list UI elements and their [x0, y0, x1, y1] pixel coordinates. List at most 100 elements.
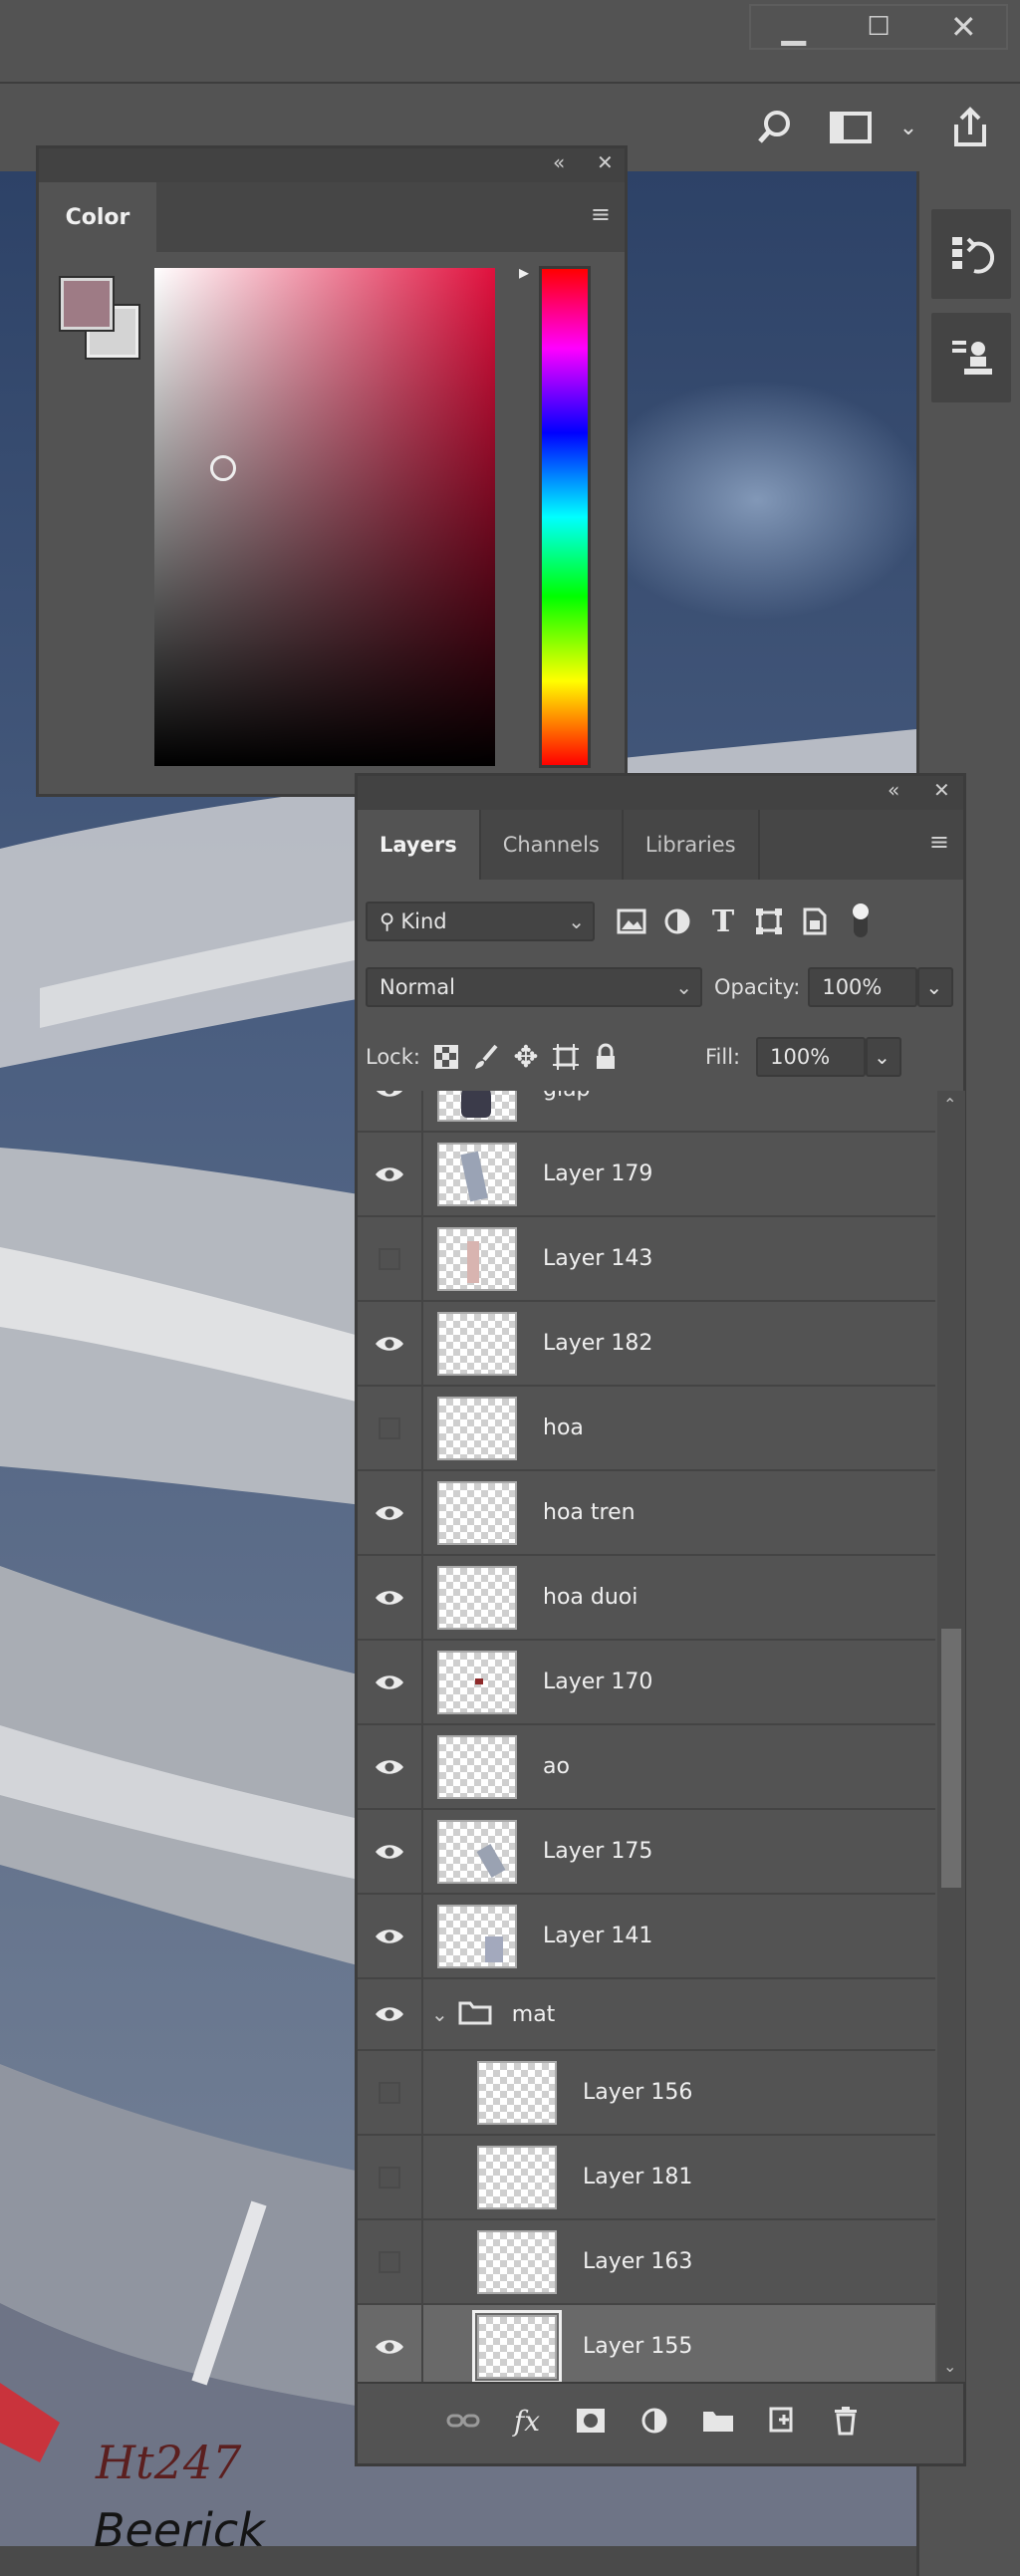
lock-position-icon[interactable]: ✥ — [506, 1035, 546, 1079]
filter-adjustment-icon[interactable] — [654, 900, 700, 943]
visibility-toggle[interactable] — [358, 2304, 423, 2382]
layer-thumbnail — [437, 1142, 517, 1206]
layer-row[interactable]: Layer 163 — [358, 2219, 935, 2305]
visibility-toggle[interactable] — [358, 1640, 423, 1724]
filter-kind-select[interactable]: ⚲ Kind ⌄ — [366, 902, 595, 941]
close-icon[interactable]: ✕ — [597, 150, 614, 174]
tab-layers[interactable]: Layers — [358, 810, 481, 880]
saturation-brightness-field[interactable] — [154, 268, 495, 766]
visibility-toggle[interactable] — [358, 1470, 423, 1555]
filter-pixel-icon[interactable] — [609, 900, 654, 943]
clone-source-icon[interactable] — [931, 313, 1011, 402]
hue-slider-handle[interactable]: ▸ — [519, 260, 529, 284]
scroll-down-icon[interactable]: ⌄ — [943, 2357, 956, 2376]
history-icon[interactable] — [931, 209, 1011, 299]
visibility-toggle[interactable] — [358, 2135, 423, 2219]
visibility-toggle[interactable] — [358, 1724, 423, 1809]
visibility-toggle[interactable] — [358, 1809, 423, 1894]
fill-dropdown[interactable]: ⌄ — [866, 1037, 902, 1077]
layer-group-row[interactable]: ⌄ mat — [358, 1978, 935, 2051]
lock-artboard-icon[interactable] — [546, 1035, 586, 1079]
visibility-toggle[interactable] — [358, 1894, 423, 1978]
chevron-down-icon[interactable]: ⌄ — [431, 2002, 448, 2026]
layer-row[interactable]: Layer 181 — [358, 2135, 935, 2220]
lock-image-pixels-icon[interactable] — [466, 1035, 506, 1079]
visibility-toggle[interactable] — [358, 1555, 423, 1640]
layer-row[interactable]: Layer 179 — [358, 1132, 935, 1217]
layer-name: Layer 175 — [543, 1839, 653, 1864]
collapse-icon[interactable]: « — [553, 150, 565, 174]
layer-row[interactable]: Layer 143 — [358, 1216, 935, 1302]
layer-row[interactable]: Layer 182 — [358, 1301, 935, 1387]
layer-style-fx-icon[interactable]: fx — [503, 2398, 551, 2444]
svg-text:Beerick: Beerick — [94, 2503, 267, 2557]
visibility-toggle[interactable] — [358, 1216, 423, 1301]
layer-thumbnail — [477, 2229, 557, 2294]
visibility-toggle[interactable] — [358, 2050, 423, 2135]
layer-row[interactable]: hoa tren — [358, 1470, 935, 1556]
filter-smart-object-icon[interactable] — [792, 900, 838, 943]
tab-color[interactable]: Color — [39, 182, 156, 252]
layer-row[interactable]: Layer 170 — [358, 1640, 935, 1725]
scroll-up-icon[interactable]: ⌃ — [943, 1095, 956, 1114]
hidden-box — [379, 2081, 400, 2104]
opacity-input[interactable]: 100% — [808, 967, 918, 1007]
new-layer-icon[interactable] — [758, 2398, 806, 2444]
collapse-icon[interactable]: « — [888, 778, 899, 802]
filter-shape-icon[interactable] — [746, 900, 792, 943]
minimize-button[interactable]: ▁ — [751, 6, 836, 48]
workspace-icon[interactable] — [823, 100, 879, 155]
close-icon[interactable]: ✕ — [933, 778, 950, 802]
layer-row[interactable]: Layer 141 — [358, 1894, 935, 1979]
add-mask-icon[interactable] — [567, 2398, 615, 2444]
restore-button[interactable]: ☐ — [836, 6, 920, 48]
tab-libraries[interactable]: Libraries — [624, 810, 760, 880]
layer-row[interactable]: Layer 175 — [358, 1809, 935, 1895]
eye-icon — [376, 1929, 403, 1943]
layer-name: giap — [543, 1091, 591, 1102]
search-icon[interactable] — [747, 100, 803, 155]
foreground-color-swatch[interactable] — [59, 276, 115, 332]
share-icon[interactable] — [942, 100, 998, 155]
panel-menu-icon[interactable]: ≡ — [591, 200, 611, 228]
panel-menu-icon[interactable]: ≡ — [929, 828, 949, 856]
hidden-box — [379, 1417, 400, 1439]
opacity-dropdown[interactable]: ⌄ — [917, 967, 954, 1007]
lock-all-icon[interactable] — [586, 1035, 626, 1079]
visibility-toggle[interactable] — [358, 1132, 423, 1216]
lock-label: Lock: — [366, 1045, 420, 1069]
layer-row-selected[interactable]: Layer 155 — [358, 2304, 935, 2382]
filter-type-icon[interactable]: T — [700, 900, 746, 943]
tab-strip: Layers Channels Libraries ≡ — [358, 810, 963, 880]
new-group-icon[interactable] — [694, 2398, 742, 2444]
eye-icon — [376, 2339, 403, 2354]
hue-slider[interactable] — [539, 266, 591, 768]
visibility-toggle[interactable] — [358, 1301, 423, 1386]
layer-row[interactable]: Layer 156 — [358, 2050, 935, 2136]
delete-layer-icon[interactable] — [822, 2398, 870, 2444]
blend-mode-select[interactable]: Normal ⌄ — [366, 967, 702, 1007]
hidden-box — [379, 1247, 400, 1270]
chevron-down-icon[interactable]: ⌄ — [881, 100, 936, 155]
layer-name: hoa — [543, 1416, 584, 1440]
visibility-toggle[interactable] — [358, 1978, 423, 2050]
visibility-toggle[interactable] — [358, 1386, 423, 1470]
close-button[interactable]: ✕ — [921, 6, 1006, 48]
adjustment-layer-icon[interactable] — [631, 2398, 678, 2444]
color-picker-cursor[interactable] — [210, 455, 236, 481]
layer-row[interactable]: hoa duoi — [358, 1555, 935, 1641]
layers-scrollbar[interactable]: ⌃ ⌄ — [937, 1091, 965, 2382]
lock-transparent-pixels-icon[interactable] — [426, 1035, 466, 1079]
eye-icon — [376, 1505, 403, 1520]
layer-name: ao — [543, 1754, 570, 1779]
layer-row[interactable]: ao — [358, 1724, 935, 1810]
visibility-toggle[interactable] — [358, 1091, 423, 1132]
filter-toggle[interactable] — [838, 900, 884, 943]
scrollbar-thumb[interactable] — [941, 1629, 961, 1888]
fill-input[interactable]: 100% — [756, 1037, 867, 1077]
visibility-toggle[interactable] — [358, 2219, 423, 2304]
layer-row[interactable]: hoa — [358, 1386, 935, 1471]
link-layers-icon[interactable] — [439, 2398, 487, 2444]
tab-channels[interactable]: Channels — [481, 810, 624, 880]
layer-row[interactable]: giap — [358, 1091, 935, 1133]
